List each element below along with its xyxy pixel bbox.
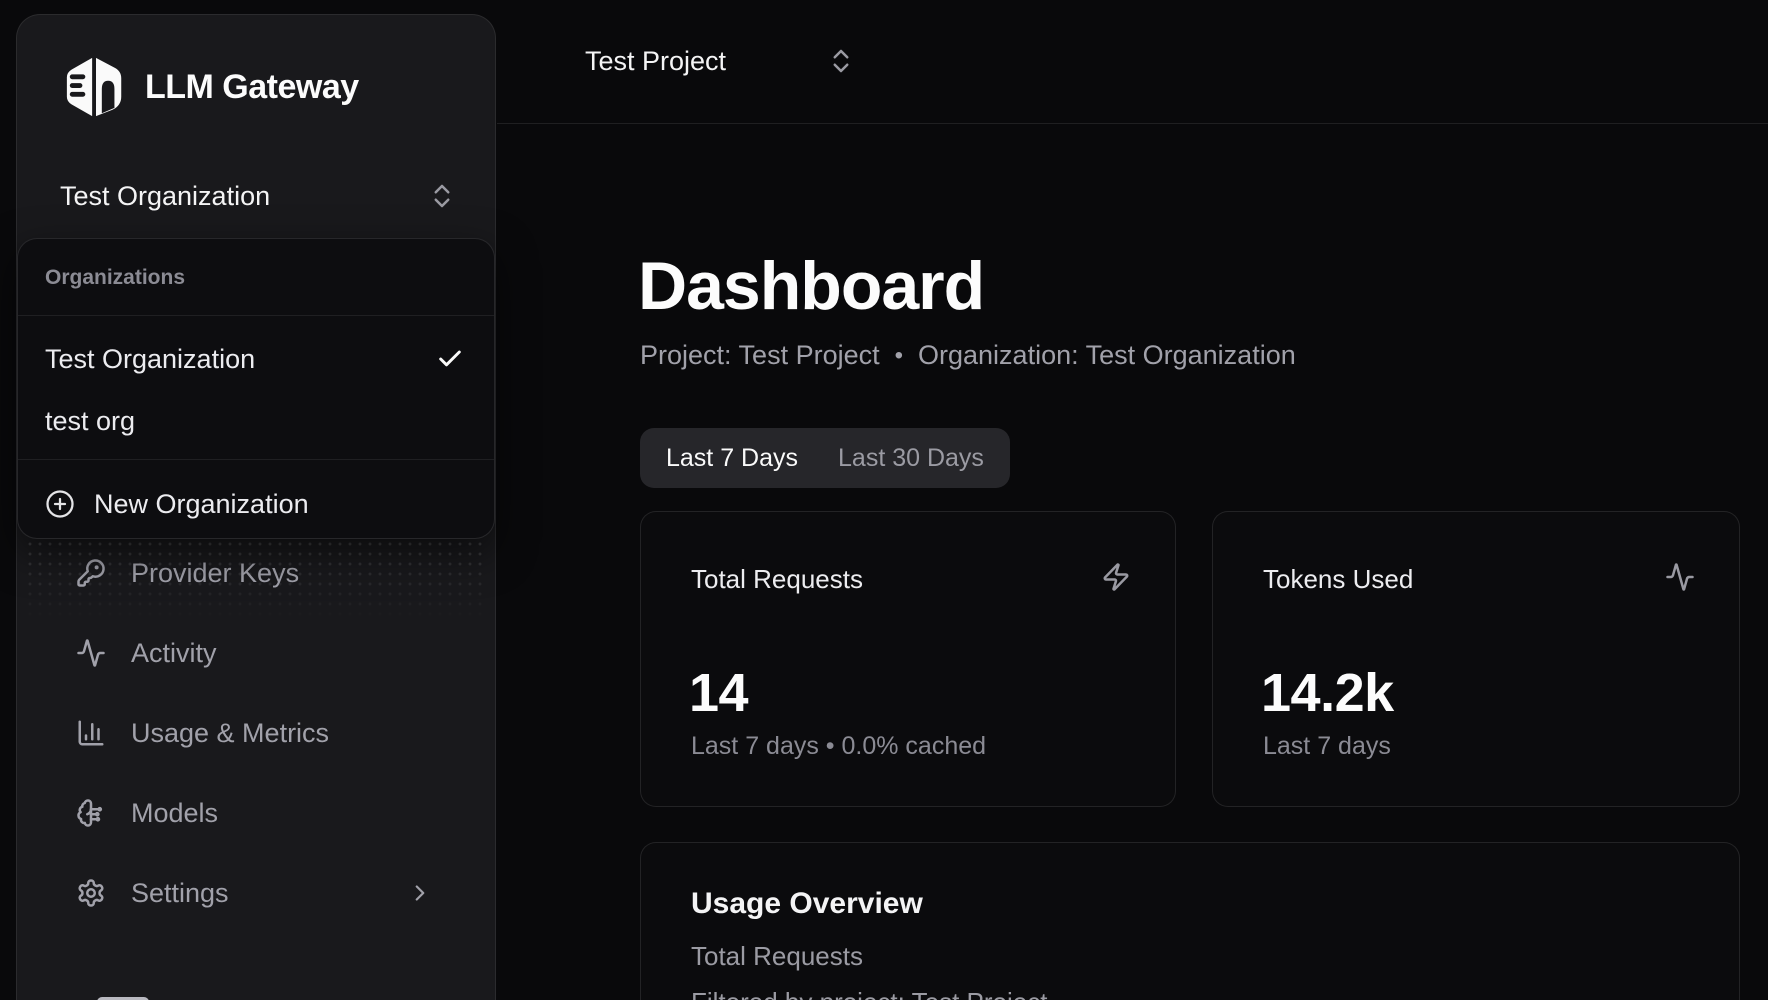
meta-organization: Organization: Test Organization	[918, 340, 1296, 371]
usage-overview-title: Usage Overview	[691, 887, 923, 921]
brand: LLM Gateway	[63, 55, 359, 119]
activity-icon	[76, 638, 106, 668]
date-range-tabs: Last 7 Days Last 30 Days	[640, 428, 1010, 488]
page-title: Dashboard	[638, 252, 984, 320]
activity-icon	[1665, 562, 1695, 592]
usage-overview-card: Usage Overview Total Requests Filtered b…	[640, 842, 1740, 1000]
sidebar-item-label: Models	[131, 798, 218, 829]
new-organization-button[interactable]: New Organization	[18, 471, 494, 537]
divider	[18, 459, 494, 460]
page-meta: Project: Test Project • Organization: Te…	[640, 340, 1296, 371]
zap-icon	[1101, 562, 1131, 592]
chevrons-up-down-icon	[427, 181, 457, 211]
app-screen: LLM Gateway Test Organization Provider K…	[0, 0, 1768, 1000]
tab-last-30-days[interactable]: Last 30 Days	[838, 444, 984, 473]
organization-dropdown: Organizations Test Organization test org…	[17, 238, 495, 539]
stat-card-value: 14.2k	[1261, 662, 1394, 724]
usage-overview-subtitle: Total Requests	[691, 941, 863, 972]
sidebar-item-label: Settings	[131, 878, 229, 909]
sidebar: LLM Gateway Test Organization Provider K…	[16, 14, 496, 1000]
brand-name: LLM Gateway	[145, 68, 359, 107]
org-option-label: Test Organization	[18, 344, 255, 375]
gear-icon	[76, 878, 106, 908]
sidebar-item-label: Provider Keys	[131, 558, 299, 589]
bar-chart-icon	[76, 718, 106, 748]
divider	[18, 315, 494, 316]
sidebar-item-label: Activity	[131, 638, 217, 669]
organization-selector-value: Test Organization	[60, 181, 270, 212]
sidebar-item-models[interactable]: Models	[17, 773, 495, 853]
stat-card-subtitle: Last 7 days • 0.0% cached	[691, 732, 986, 761]
org-option-test-org[interactable]: test org	[18, 395, 494, 447]
topbar: Test Project	[497, 0, 1768, 124]
chevrons-up-down-icon	[826, 46, 856, 76]
check-icon	[436, 345, 464, 373]
chevron-right-icon	[407, 880, 433, 906]
stat-card-value: 14	[689, 662, 748, 724]
brain-icon	[76, 798, 106, 828]
stat-card-tokens-used: Tokens Used 14.2k Last 7 days	[1212, 511, 1740, 807]
stat-card-title: Tokens Used	[1263, 564, 1413, 595]
project-selector[interactable]: Test Project	[557, 30, 884, 92]
meta-separator: •	[895, 342, 903, 370]
tab-last-7-days[interactable]: Last 7 Days	[666, 444, 798, 473]
sidebar-item-settings[interactable]: Settings	[17, 853, 495, 933]
sidebar-item-activity[interactable]: Activity	[17, 613, 495, 693]
sidebar-item-usage-metrics[interactable]: Usage & Metrics	[17, 693, 495, 773]
org-option-test-organization[interactable]: Test Organization	[18, 333, 494, 385]
dropdown-section-label: Organizations	[45, 266, 185, 290]
sidebar-item-provider-keys[interactable]: Provider Keys	[17, 533, 495, 613]
plus-circle-icon	[45, 489, 75, 519]
sidebar-nav: Provider Keys Activity Usage & Metrics	[17, 533, 495, 933]
key-icon	[76, 558, 106, 588]
sidebar-item-label: Usage & Metrics	[131, 718, 329, 749]
llm-gateway-logo-icon	[63, 55, 129, 119]
stat-card-total-requests: Total Requests 14 Last 7 days • 0.0% cac…	[640, 511, 1176, 807]
project-selector-value: Test Project	[585, 46, 726, 77]
new-organization-label: New Organization	[94, 489, 309, 520]
org-option-label: test org	[18, 406, 135, 437]
organization-selector[interactable]: Test Organization	[17, 167, 495, 225]
stat-card-title: Total Requests	[691, 564, 863, 595]
usage-overview-filter-note: Filtered by project: Test Project	[691, 987, 1047, 1000]
stat-card-subtitle: Last 7 days	[1263, 732, 1391, 761]
meta-project: Project: Test Project	[640, 340, 880, 371]
